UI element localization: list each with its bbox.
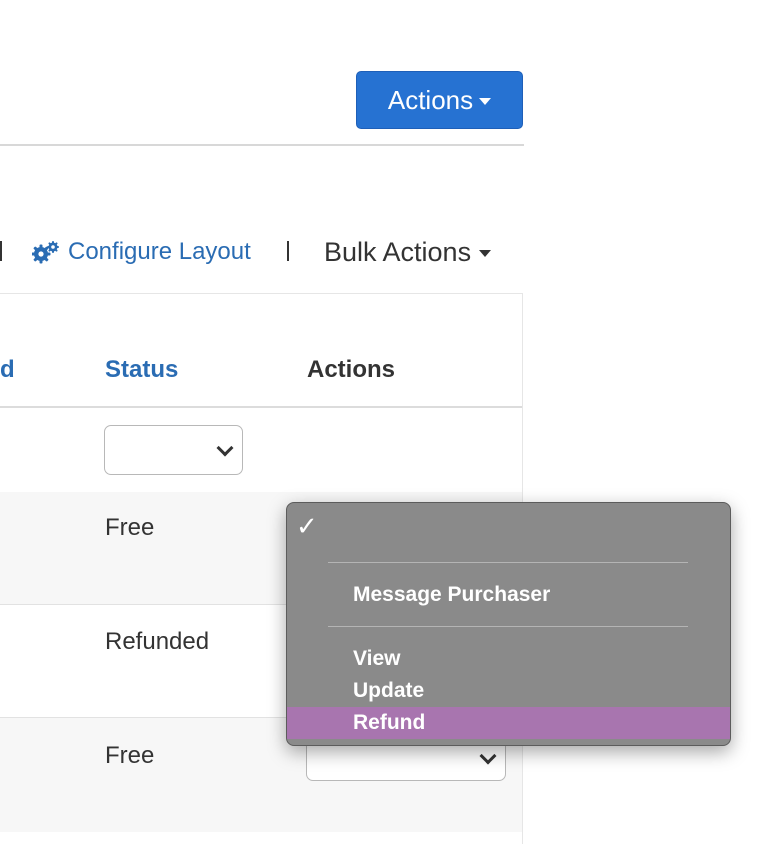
caret-down-icon [479, 250, 492, 257]
menu-item-message-purchaser[interactable]: Message Purchaser [287, 579, 730, 611]
configure-layout-label: Configure Layout [68, 238, 251, 265]
toolbar-separator [0, 241, 2, 261]
column-header-partial[interactable]: d [0, 356, 15, 384]
actions-button-label: Actions [387, 84, 474, 115]
menu-item-blank[interactable] [287, 511, 730, 547]
cogs-icon [32, 241, 59, 264]
column-header-actions: Actions [307, 356, 396, 383]
row-status-cell: Free [105, 742, 155, 769]
header-divider [0, 144, 524, 146]
row-actions-dropdown-menu[interactable]: ✓ Message Purchaser View Update Refund [286, 502, 731, 746]
menu-item-refund[interactable]: Refund [287, 707, 730, 739]
menu-item-view[interactable]: View [287, 643, 730, 675]
menu-item-update[interactable]: Update [287, 675, 730, 707]
chevron-down-icon [479, 747, 497, 765]
column-header-status[interactable]: Status [105, 356, 178, 384]
menu-separator [328, 562, 688, 563]
row-status-cell: Refunded [105, 628, 210, 655]
checkmark-icon: ✓ [296, 511, 318, 541]
bulk-actions-label: Bulk Actions [324, 236, 472, 267]
row-status-cell: Free [105, 514, 155, 541]
caret-down-icon [479, 98, 492, 105]
configure-layout-link[interactable]: Configure Layout [32, 236, 251, 268]
bulk-actions-dropdown[interactable]: Bulk Actions [324, 236, 492, 268]
chevron-down-icon [216, 439, 234, 457]
status-filter-select[interactable] [104, 425, 243, 475]
menu-separator [328, 626, 688, 627]
header-row-divider [0, 406, 522, 408]
toolbar-separator [287, 241, 289, 261]
actions-dropdown-button[interactable]: Actions [356, 71, 523, 129]
